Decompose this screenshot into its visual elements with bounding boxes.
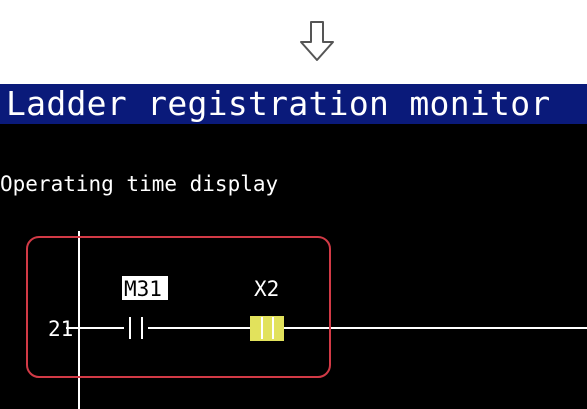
contact-m31[interactable]: M31: [122, 276, 168, 342]
contact-x2[interactable]: X2: [250, 277, 284, 341]
contact-label: X2: [254, 277, 279, 301]
highlight-box: [26, 236, 331, 378]
contact-label: M31: [124, 277, 162, 301]
ladder-monitor-screen: Ladder registration monitor Operating ti…: [0, 84, 587, 409]
ladder-diagram: 21 M31 X2: [26, 231, 587, 409]
down-arrow-icon: [300, 21, 334, 61]
contact-highlight: [250, 316, 284, 341]
